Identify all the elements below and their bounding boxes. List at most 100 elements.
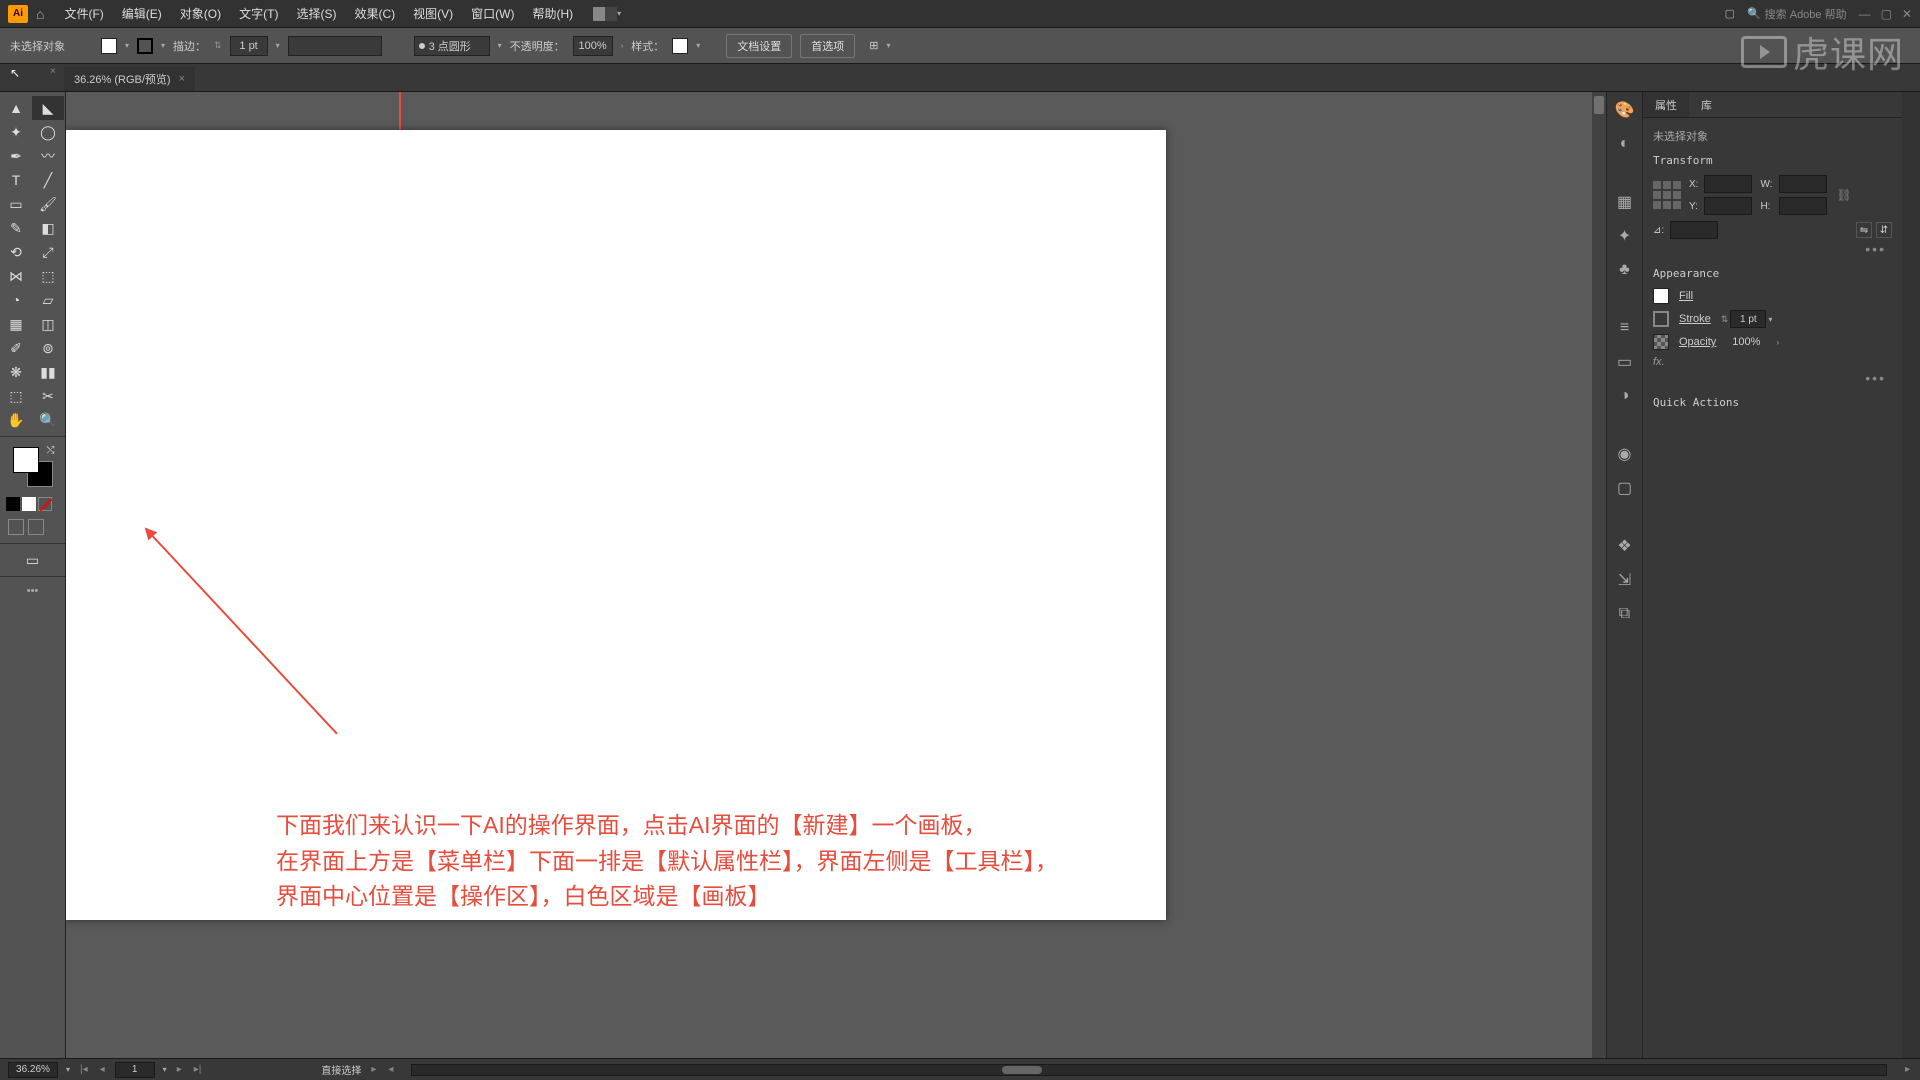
stroke-unit-dropdown-icon[interactable]: ▾ [1768,315,1772,324]
menu-edit[interactable]: 编辑(E) [122,5,162,22]
column-graph-tool-icon[interactable]: ▮▮ [32,360,64,384]
graphic-styles-panel-icon[interactable]: ▢ [1615,478,1635,498]
align-icon[interactable]: ⊞ [869,39,878,52]
appearance-more-icon[interactable]: ••• [1653,368,1892,388]
next-artboard-icon[interactable]: ▸ [175,1064,184,1075]
appearance-panel-icon[interactable]: ◉ [1615,444,1635,464]
menu-object[interactable]: 对象(O) [180,5,221,22]
artboard-dropdown-icon[interactable]: ▾ [163,1065,167,1074]
transform-more-icon[interactable]: ••• [1653,239,1892,259]
maximize-icon[interactable]: ▢ [1881,7,1892,21]
fill-swatch[interactable] [101,38,117,54]
stroke-swatch[interactable] [137,38,153,54]
appearance-fill-swatch[interactable] [1653,288,1669,304]
stroke-weight-dropdown-icon[interactable]: ▾ [276,41,280,50]
line-tool-icon[interactable]: ╱ [32,168,64,192]
mesh-tool-icon[interactable]: ▦ [0,312,32,336]
fill-color-swatch[interactable] [13,447,39,473]
eyedropper-tool-icon[interactable]: ✐ [0,336,32,360]
gradient-panel-icon[interactable]: ▭ [1615,352,1635,372]
shaper-tool-icon[interactable]: ✎ [0,216,32,240]
artboard-tool-icon[interactable]: ⬚ [0,384,32,408]
swatches-panel-icon[interactable]: ▦ [1615,192,1635,212]
fx-label[interactable]: fx. [1653,356,1892,368]
zoom-tool-icon[interactable]: 🔍 [32,408,64,432]
color-mode-solid-icon[interactable] [6,497,20,511]
menu-effect[interactable]: 效果(C) [354,5,395,22]
paintbrush-tool-icon[interactable]: 🖌 [32,192,64,216]
screen-mode-icon[interactable]: ▭ [17,548,49,572]
canvas-area[interactable]: 下面我们来认识一下AI的操作界面，点击AI界面的【新建】一个画板， 在界面上方是… [66,92,1606,1058]
direct-selection-tool-icon[interactable]: ◣ [32,96,64,120]
menu-type[interactable]: 文字(T) [239,5,278,22]
slice-tool-icon[interactable]: ✂ [32,384,64,408]
panel-collapse-strip[interactable] [1902,92,1920,1058]
draw-normal-icon[interactable] [8,519,24,535]
vertical-scrollbar[interactable] [1592,92,1606,1058]
arrange-documents-icon[interactable]: ▢ [1725,7,1735,20]
opacity-expand-icon[interactable]: › [1776,338,1779,347]
color-mode-none-icon[interactable] [38,497,52,511]
flip-vertical-icon[interactable]: ⇵ [1876,222,1892,238]
menu-file[interactable]: 文件(F) [64,5,103,22]
stroke-weight-input[interactable] [230,36,268,56]
lasso-tool-icon[interactable]: ◯ [32,120,64,144]
brush-definition-select[interactable]: 3 点圆形 [414,36,490,56]
brushes-panel-icon[interactable]: ✦ [1615,226,1635,246]
symbol-sprayer-tool-icon[interactable]: ❋ [0,360,32,384]
color-mode-gradient-icon[interactable] [22,497,36,511]
shape-builder-tool-icon[interactable]: ◔ [0,288,32,312]
stroke-dropdown-icon[interactable]: ▾ [161,41,165,50]
artboard[interactable]: 下面我们来认识一下AI的操作界面，点击AI界面的【新建】一个画板， 在界面上方是… [66,130,1166,920]
curvature-tool-icon[interactable]: 〰 [32,144,64,168]
artboard-number-input[interactable] [115,1062,155,1078]
asset-export-panel-icon[interactable]: ⇲ [1615,570,1635,590]
search-field[interactable]: 🔍 搜索 Adobe 帮助 [1747,6,1847,22]
workspace-dropdown-icon[interactable]: ▾ [617,9,621,18]
libraries-tab[interactable]: 库 [1689,92,1724,117]
minimize-icon[interactable]: — [1859,7,1871,21]
eraser-tool-icon[interactable]: ◧ [32,216,64,240]
y-input[interactable] [1704,197,1752,215]
artboards-panel-icon[interactable]: ⧉ [1615,604,1635,624]
status-left-icon[interactable]: ◂ [386,1064,395,1075]
menu-window[interactable]: 窗口(W) [471,5,514,22]
properties-tab[interactable]: 属性 [1643,92,1689,117]
selection-tool-icon[interactable]: ▲ [0,96,32,120]
menu-help[interactable]: 帮助(H) [532,5,573,22]
opacity-dropdown-icon[interactable]: › [621,41,624,50]
appearance-opacity-swatch[interactable] [1653,334,1669,350]
width-tool-icon[interactable]: ⋈ [0,264,32,288]
h-input[interactable] [1779,197,1827,215]
fill-stroke-swatches[interactable]: ⤭ [13,447,53,487]
free-transform-tool-icon[interactable]: ⬚ [32,264,64,288]
preferences-button[interactable]: 首选项 [800,34,855,58]
document-tab[interactable]: 36.26% (RGB/预览) × [64,67,195,91]
tab-prev-close-icon[interactable]: × [50,66,56,77]
home-icon[interactable]: ⌂ [36,6,44,22]
draw-behind-icon[interactable] [28,519,44,535]
appearance-stroke-swatch[interactable] [1653,311,1669,327]
stroke-stepper-icon[interactable]: ⇅ [1721,314,1729,325]
close-icon[interactable]: ✕ [1902,7,1912,21]
menu-select[interactable]: 选择(S) [296,5,336,22]
align-dropdown-icon[interactable]: ▾ [887,41,891,50]
blend-tool-icon[interactable]: ⊚ [32,336,64,360]
document-setup-button[interactable]: 文档设置 [726,34,792,58]
style-swatch[interactable] [672,38,688,54]
style-dropdown-icon[interactable]: ▾ [696,41,700,50]
variable-width-profile[interactable] [288,36,382,56]
menu-view[interactable]: 视图(V) [413,5,453,22]
brush-dropdown-icon[interactable]: ▾ [498,41,502,50]
type-tool-icon[interactable]: T [0,168,32,192]
color-guide-panel-icon[interactable]: ◐ [1615,134,1635,154]
transparency-panel-icon[interactable]: ◑ [1615,386,1635,406]
prev-artboard-icon[interactable]: ◂ [98,1064,107,1075]
horizontal-scrollbar[interactable] [411,1064,1887,1076]
color-panel-icon[interactable]: 🎨 [1615,100,1635,120]
layers-panel-icon[interactable]: ❖ [1615,536,1635,556]
opacity-input[interactable] [573,36,613,56]
gradient-tool-icon[interactable]: ◫ [32,312,64,336]
constrain-proportions-icon[interactable]: ⛓ [1837,188,1852,202]
rectangle-tool-icon[interactable]: ▭ [0,192,32,216]
